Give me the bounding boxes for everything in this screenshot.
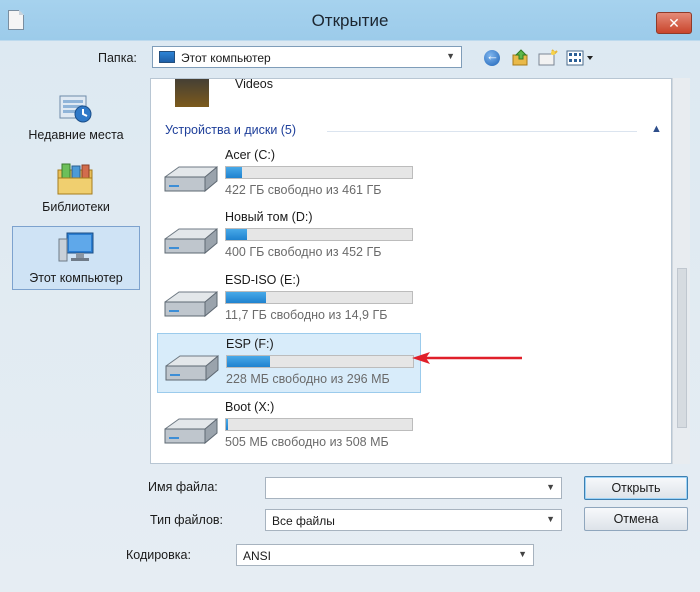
drive-usage-bar bbox=[226, 355, 414, 368]
vertical-scrollbar[interactable] bbox=[672, 78, 690, 464]
chevron-down-icon[interactable]: ▼ bbox=[546, 514, 555, 524]
drive-item[interactable]: ESD-ISO (E:) 11,7 ГБ свободно из 14,9 ГБ bbox=[157, 270, 421, 330]
folder-label: Папка: bbox=[98, 51, 137, 65]
drive-usage-fill bbox=[226, 292, 266, 303]
open-dialog: Открытие ✕ Папка: Этот компьютер ▼ ← Нед… bbox=[0, 0, 700, 592]
hard-drive-icon bbox=[161, 415, 221, 449]
folder-value: Этот компьютер bbox=[181, 51, 271, 65]
sidebar-item-label: Библиотеки bbox=[42, 200, 110, 214]
drive-usage-bar bbox=[225, 418, 413, 431]
drive-item[interactable]: Acer (C:) 422 ГБ свободно из 461 ГБ bbox=[157, 145, 421, 205]
group-divider bbox=[327, 131, 637, 132]
recent-places-icon bbox=[59, 95, 92, 123]
drive-name: Boot (X:) bbox=[225, 400, 275, 414]
filetype-select[interactable]: Все файлы ▼ bbox=[265, 509, 562, 531]
annotation-arrow bbox=[412, 352, 522, 364]
hard-drive-icon bbox=[162, 352, 222, 386]
drive-usage-fill bbox=[227, 356, 270, 367]
chevron-down-icon[interactable]: ▼ bbox=[446, 51, 455, 61]
sidebar-item-label: Недавние места bbox=[28, 128, 124, 142]
chevron-down-icon[interactable]: ▼ bbox=[518, 549, 527, 559]
drive-free-space: 400 ГБ свободно из 452 ГБ bbox=[225, 245, 382, 259]
sidebar-item-libraries[interactable]: Библиотеки bbox=[12, 158, 140, 218]
encoding-select[interactable]: ANSI ▼ bbox=[236, 544, 534, 566]
cancel-button[interactable]: Отмена bbox=[584, 507, 688, 531]
filename-label: Имя файла: bbox=[148, 480, 218, 494]
list-item-label: Videos bbox=[235, 78, 273, 91]
open-button[interactable]: Открыть bbox=[584, 476, 688, 500]
view-menu-icon[interactable] bbox=[566, 50, 596, 66]
drive-name: Новый том (D:) bbox=[225, 210, 313, 224]
videos-folder-icon bbox=[175, 79, 209, 107]
navigation-pane: Недавние места Библиотеки Этот компьютер bbox=[12, 84, 140, 464]
drive-free-space: 505 МБ свободно из 508 МБ bbox=[225, 435, 389, 449]
up-folder-icon[interactable] bbox=[512, 49, 530, 67]
drive-name: ESP (F:) bbox=[226, 337, 274, 351]
file-list-pane[interactable]: Videos Устройства и диски (5) ▲ Acer (C:… bbox=[150, 78, 672, 464]
drive-usage-fill bbox=[226, 229, 248, 240]
filetype-value: Все файлы bbox=[272, 514, 335, 528]
group-header-devices[interactable]: Устройства и диски (5) bbox=[165, 123, 296, 137]
window-title: Открытие bbox=[311, 11, 389, 30]
list-item-videos[interactable]: Videos bbox=[161, 78, 461, 107]
chevron-down-icon[interactable]: ▼ bbox=[546, 482, 555, 492]
drive-free-space: 11,7 ГБ свободно из 14,9 ГБ bbox=[225, 308, 388, 322]
this-pc-icon bbox=[58, 232, 94, 262]
hard-drive-icon bbox=[161, 225, 221, 259]
sidebar-item-recent-places[interactable]: Недавние места bbox=[12, 86, 140, 146]
drive-item[interactable]: Boot (X:) 505 МБ свободно из 508 МБ bbox=[157, 397, 421, 457]
sidebar-item-this-pc[interactable]: Этот компьютер bbox=[12, 226, 140, 290]
drive-item[interactable]: ESP (F:) 228 МБ свободно из 296 МБ bbox=[157, 333, 421, 393]
drive-name: Acer (C:) bbox=[225, 148, 275, 162]
drive-usage-bar bbox=[225, 291, 413, 304]
chevron-up-icon[interactable]: ▲ bbox=[651, 123, 662, 135]
filename-input[interactable]: ▼ bbox=[265, 477, 562, 499]
back-icon[interactable] bbox=[484, 48, 500, 66]
title-bar: Открытие ✕ bbox=[0, 0, 700, 40]
scrollbar-thumb[interactable] bbox=[677, 268, 687, 428]
drive-item[interactable]: Новый том (D:) 400 ГБ свободно из 452 ГБ bbox=[157, 207, 421, 267]
encoding-value: ANSI bbox=[243, 549, 272, 563]
close-button[interactable]: ✕ bbox=[656, 12, 692, 34]
hard-drive-icon bbox=[161, 288, 221, 322]
computer-icon bbox=[159, 51, 175, 63]
drive-free-space: 228 МБ свободно из 296 МБ bbox=[226, 372, 390, 386]
drive-usage-fill bbox=[226, 167, 242, 178]
drive-name: ESD-ISO (E:) bbox=[225, 273, 301, 287]
encoding-label: Кодировка: bbox=[126, 548, 191, 562]
filetype-label: Тип файлов: bbox=[150, 513, 224, 527]
hard-drive-icon bbox=[161, 163, 221, 197]
folder-combobox[interactable]: Этот компьютер ▼ bbox=[152, 46, 462, 68]
drive-usage-fill bbox=[226, 419, 228, 430]
drive-free-space: 422 ГБ свободно из 461 ГБ bbox=[225, 183, 382, 197]
drive-usage-bar bbox=[225, 228, 413, 241]
new-folder-icon[interactable] bbox=[538, 49, 558, 67]
drive-usage-bar bbox=[225, 166, 413, 179]
sidebar-item-label: Этот компьютер bbox=[29, 271, 123, 285]
libraries-icon bbox=[57, 163, 93, 195]
